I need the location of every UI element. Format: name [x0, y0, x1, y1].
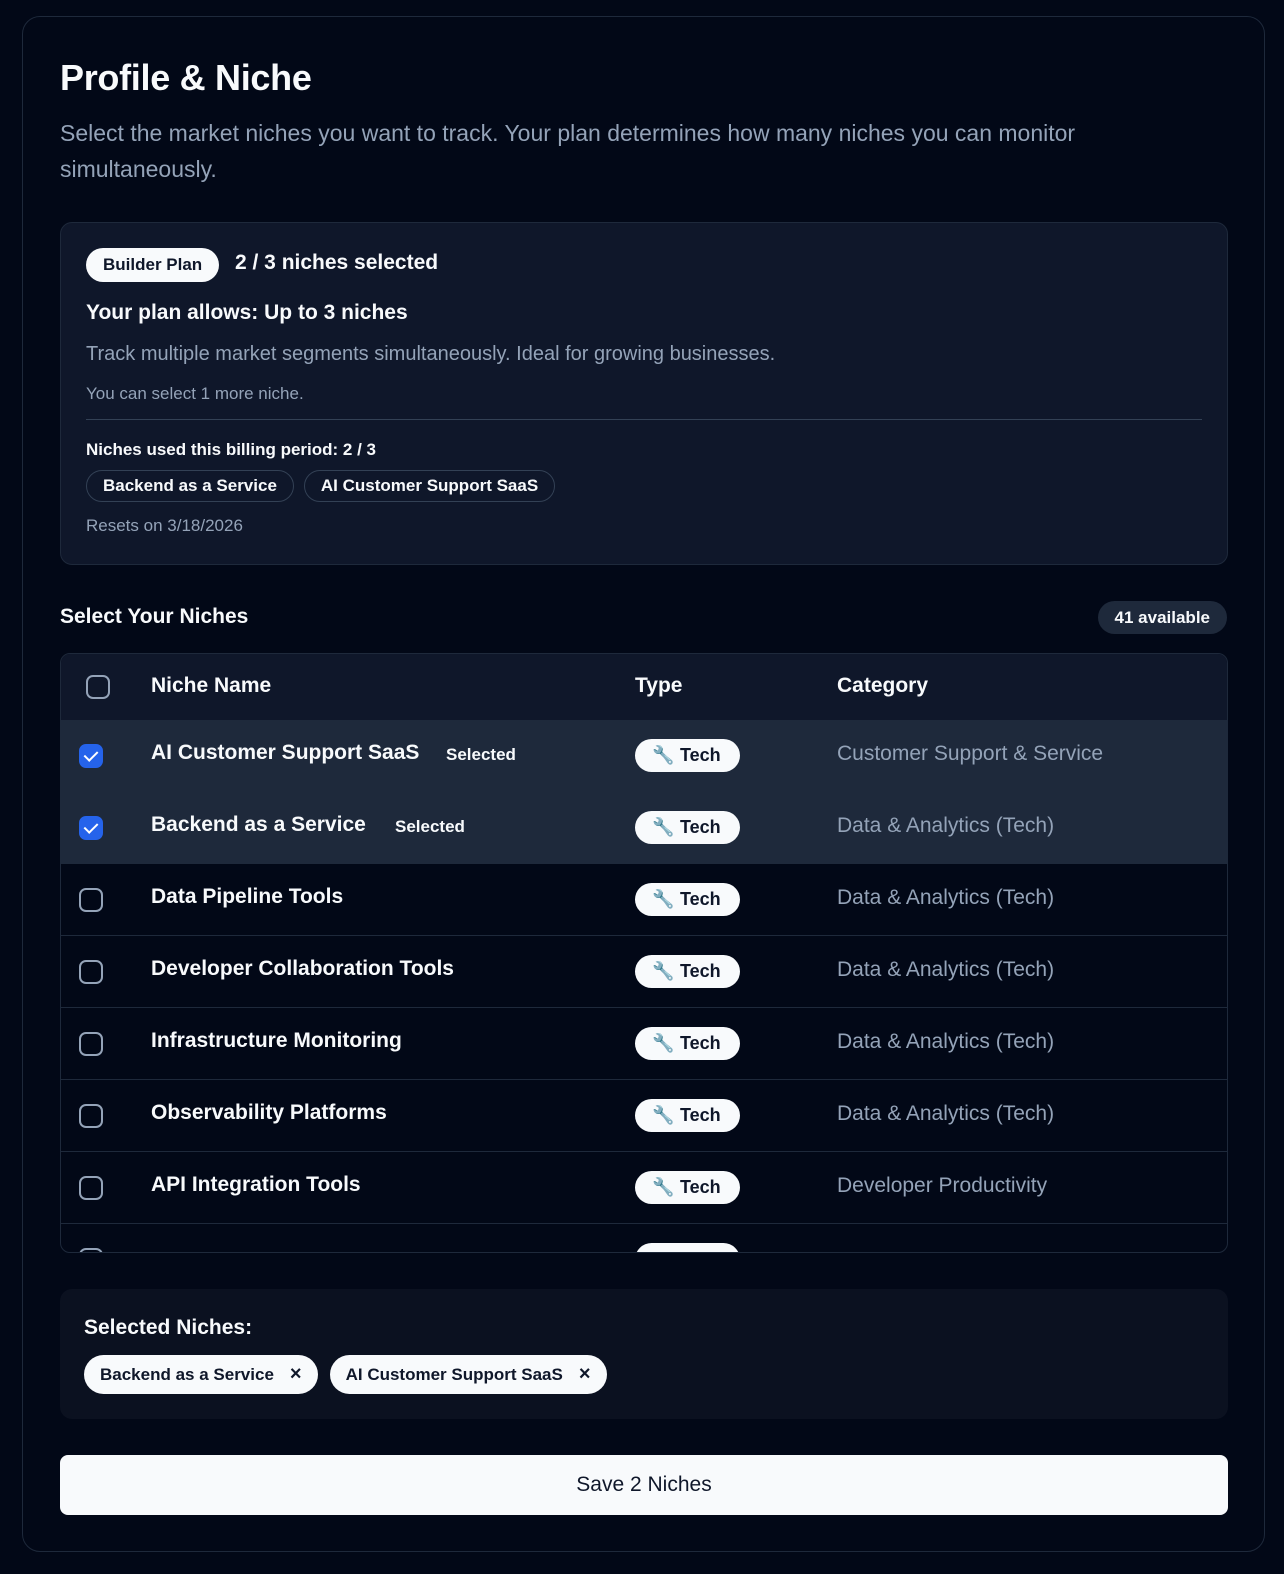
- save-niches-button[interactable]: Save 2 Niches: [60, 1455, 1228, 1515]
- selected-niches-chips: Backend as a Service × AI Customer Suppo…: [84, 1355, 607, 1394]
- table-row[interactable]: Backend as a Service Selected 🔧 Tech Data…: [61, 792, 1227, 864]
- row-checkbox[interactable]: [79, 1032, 103, 1056]
- niche-category: Data & Analytics (Tech): [837, 958, 1055, 981]
- close-icon[interactable]: ×: [579, 1355, 591, 1394]
- select-all-checkbox[interactable]: [86, 675, 110, 699]
- niche-name: Backend as a Service: [151, 813, 366, 836]
- niche-category: Data & Analytics (Tech): [837, 814, 1055, 837]
- niche-name: AI Customer Support SaaS: [151, 741, 420, 764]
- table-row[interactable]: Developer Collaboration Tools 🔧 Tech Data…: [61, 936, 1227, 1008]
- type-label: Tech: [680, 961, 721, 981]
- row-checkbox[interactable]: [79, 816, 103, 840]
- type-badge: [635, 1243, 740, 1252]
- wrench-icon: 🔧: [652, 1177, 675, 1197]
- niche-category: Customer Support & Service: [837, 742, 1104, 765]
- niche-category: Developer Productivity: [837, 1174, 1048, 1197]
- type-badge: 🔧 Tech: [635, 811, 740, 844]
- selected-niches-label: Selected Niches:: [84, 1316, 253, 1339]
- row-checkbox[interactable]: [79, 744, 103, 768]
- section-title: Select Your Niches: [60, 605, 249, 628]
- plan-description: Track multiple market segments simultane…: [86, 343, 776, 365]
- row-checkbox[interactable]: [79, 1176, 103, 1200]
- row-checkbox[interactable]: [79, 960, 103, 984]
- profile-niche-card: Profile & Niche Select the market niches…: [22, 16, 1265, 1552]
- wrench-icon: 🔧: [652, 961, 675, 981]
- plan-summary: Builder Plan 2 / 3 niches selected Your …: [60, 222, 1228, 565]
- selected-niche-chip: AI Customer Support SaaS ×: [329, 1355, 607, 1394]
- table-row-partial[interactable]: [61, 1224, 1227, 1252]
- used-niche-chip: AI Customer Support SaaS: [303, 470, 556, 502]
- table-header: Niche Name Type Category: [61, 654, 1227, 720]
- type-label: Tech: [680, 817, 721, 837]
- wrench-icon: 🔧: [652, 745, 675, 765]
- type-badge: 🔧 Tech: [635, 1171, 740, 1204]
- niche-name: Data Pipeline Tools: [151, 885, 344, 908]
- page-subtitle: Select the market niches you want to tra…: [60, 120, 1076, 182]
- type-label: Tech: [680, 1105, 721, 1125]
- type-label: Tech: [680, 889, 721, 909]
- plan-remaining: You can select 1 more niche.: [86, 384, 304, 403]
- table-row[interactable]: Infrastructure Monitoring 🔧 Tech Data & A…: [61, 1008, 1227, 1080]
- row-checkbox[interactable]: [79, 888, 103, 912]
- wrench-icon: 🔧: [652, 1105, 675, 1125]
- wrench-icon: 🔧: [652, 817, 675, 837]
- type-label: Tech: [680, 1033, 721, 1053]
- page-title: Profile & Niche: [60, 57, 312, 98]
- wrench-icon: 🔧: [652, 1033, 675, 1053]
- table-row[interactable]: API Integration Tools 🔧 Tech Developer Pr…: [61, 1152, 1227, 1224]
- used-niches: Backend as a Service AI Customer Support…: [86, 470, 556, 502]
- type-label: Tech: [680, 1177, 721, 1197]
- selected-label: Selected: [395, 817, 465, 836]
- table-row[interactable]: AI Customer Support SaaS Selected 🔧 Tech …: [61, 720, 1227, 792]
- type-badge: 🔧 Tech: [635, 883, 740, 916]
- selected-label: Selected: [446, 745, 516, 764]
- row-checkbox[interactable]: [79, 1248, 103, 1252]
- type-badge: 🔧 Tech: [635, 1099, 740, 1132]
- selected-niche-name: Backend as a Service: [100, 1365, 274, 1384]
- table-row[interactable]: Observability Platforms 🔧 Tech Data & Ana…: [61, 1080, 1227, 1152]
- niches-table: Niche Name Type Category AI Customer Sup…: [60, 653, 1228, 1253]
- divider: [86, 419, 1202, 420]
- niche-name: API Integration Tools: [151, 1173, 361, 1196]
- type-badge: 🔧 Tech: [635, 739, 740, 772]
- niche-category: Data & Analytics (Tech): [837, 1102, 1055, 1125]
- close-icon[interactable]: ×: [290, 1355, 302, 1394]
- used-niche-chip: Backend as a Service: [86, 470, 294, 502]
- column-header-type[interactable]: Type: [635, 674, 682, 698]
- plan-badge: Builder Plan: [86, 248, 220, 282]
- type-badge: 🔧 Tech: [635, 1027, 740, 1060]
- niche-name: Developer Collaboration Tools: [151, 957, 454, 980]
- plan-niche-count: 2 / 3 niches selected: [235, 251, 439, 274]
- plan-allows: Your plan allows: Up to 3 niches: [86, 301, 408, 324]
- type-badge: 🔧 Tech: [635, 955, 740, 988]
- reset-date: Resets on 3/18/2026: [86, 516, 243, 535]
- billing-usage-label: Niches used this billing period: 2 / 3: [86, 440, 376, 459]
- column-header-name[interactable]: Niche Name: [151, 674, 271, 698]
- niche-category: Data & Analytics (Tech): [837, 1030, 1055, 1053]
- table-row[interactable]: Data Pipeline Tools 🔧 Tech Data & Analyti…: [61, 864, 1227, 936]
- selected-niche-chip: Backend as a Service ×: [84, 1355, 318, 1394]
- selected-niche-name: AI Customer Support SaaS: [345, 1365, 563, 1384]
- available-badge: 41 available: [1097, 601, 1227, 634]
- wrench-icon: 🔧: [652, 889, 675, 909]
- niche-name: Observability Platforms: [151, 1101, 387, 1124]
- type-label: Tech: [680, 745, 721, 765]
- row-checkbox[interactable]: [79, 1104, 103, 1128]
- selected-niches-panel: Selected Niches: Backend as a Service × …: [60, 1289, 1228, 1419]
- niche-category: Data & Analytics (Tech): [837, 886, 1055, 909]
- column-header-category[interactable]: Category: [837, 674, 928, 698]
- niche-name: Infrastructure Monitoring: [151, 1029, 402, 1052]
